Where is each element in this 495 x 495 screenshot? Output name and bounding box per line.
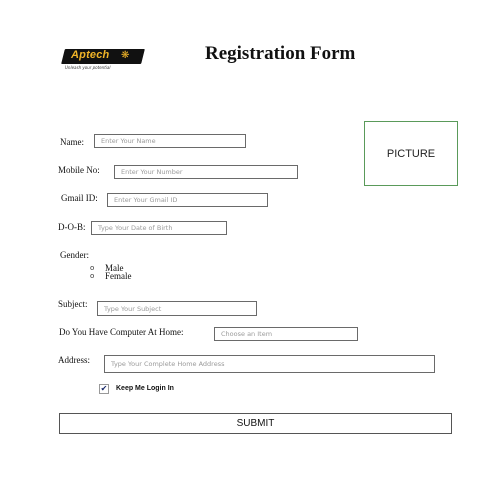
logo-text: Aptech — [71, 49, 110, 61]
name-input[interactable] — [94, 134, 246, 148]
subject-label: Subject: — [58, 299, 88, 309]
logo-tagline: Unleash your potential — [65, 65, 111, 70]
paw-icon: ❋ — [121, 50, 130, 61]
keep-login-label: Keep Me Login In — [116, 385, 174, 392]
gmail-label: Gmail ID: — [61, 193, 98, 203]
checkmark-icon: ✔ — [100, 384, 108, 393]
computer-select[interactable] — [214, 327, 358, 341]
computer-label: Do You Have Computer At Home: — [59, 327, 184, 337]
address-input[interactable] — [104, 355, 435, 373]
dob-input[interactable] — [91, 221, 227, 235]
gender-label: Gender: — [60, 250, 89, 260]
keep-login-checkbox[interactable]: ✔ — [99, 384, 109, 394]
picture-box[interactable]: PICTURE — [364, 121, 458, 186]
mobile-label: Mobile No: — [58, 165, 100, 175]
dob-label: D-O-B: — [58, 222, 86, 232]
radio-female[interactable]: o — [90, 272, 94, 280]
aptech-logo: Aptech ❋ Unleash your potential — [61, 49, 145, 75]
mobile-input[interactable] — [114, 165, 298, 179]
name-label: Name: — [60, 137, 84, 147]
subject-input[interactable] — [97, 301, 257, 316]
address-label: Address: — [58, 355, 90, 365]
picture-label: PICTURE — [386, 147, 436, 160]
radio-male[interactable]: o — [90, 264, 94, 272]
gender-option-female: Female — [105, 271, 132, 281]
submit-button[interactable]: SUBMIT — [59, 413, 452, 434]
page-title: Registration Form — [205, 43, 356, 64]
gmail-input[interactable] — [107, 193, 268, 207]
